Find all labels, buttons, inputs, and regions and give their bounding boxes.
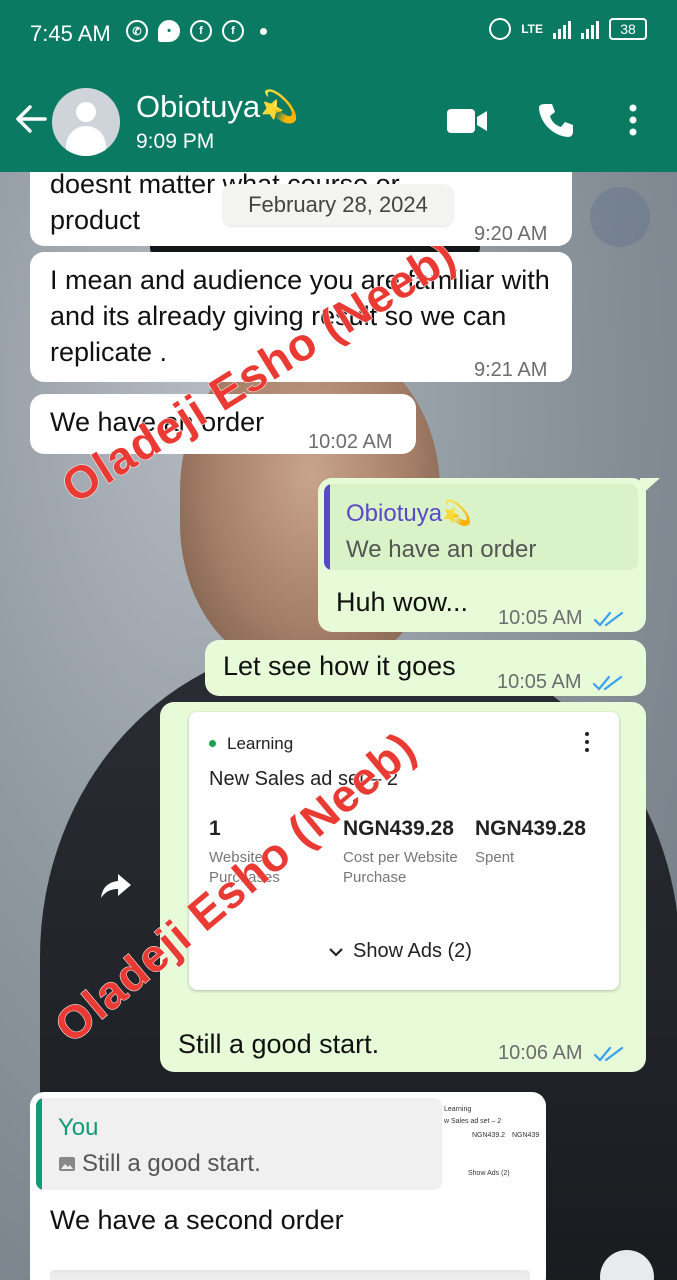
metric-value: NGN439.28 (343, 817, 454, 840)
facebook-icon: f (190, 20, 212, 42)
wallpaper-circle (590, 187, 650, 247)
header-overlay: Obiotuya💫 9:09 PM (0, 68, 677, 172)
message-bubble[interactable]: Let see how it goes 10:05 AM (205, 640, 646, 696)
quote-text: We have an order (346, 536, 537, 563)
message-text: We have a second order (50, 1205, 344, 1235)
thumb-status: Learning (444, 1106, 472, 1113)
learning-status-dot (209, 740, 216, 747)
facebook-icon-2: f (222, 20, 244, 42)
network-type: LTE (521, 22, 543, 36)
show-ads-toggle: Show Ads (2) (329, 940, 472, 963)
metric-label: Spent (475, 849, 515, 866)
quoted-message[interactable]: Obiotuya💫 We have an order (324, 484, 638, 570)
message-time-text: 10:05 AM (498, 607, 583, 629)
forward-icon[interactable] (100, 872, 132, 900)
ad-status: Learning (227, 734, 294, 753)
alarm-icon (489, 18, 512, 40)
signal-icon-2 (581, 19, 599, 39)
message-time-text: 10:06 AM (498, 1042, 583, 1064)
thumb-title: w Sales ad set – 2 (444, 1118, 502, 1125)
message-text: Still a good start. (178, 1029, 380, 1059)
bubble-tail (640, 478, 660, 496)
back-arrow-icon[interactable] (14, 102, 48, 136)
contact-last-seen: 9:09 PM (136, 130, 215, 153)
more-notifications-dot (260, 27, 267, 35)
video-call-icon[interactable] (446, 106, 488, 136)
status-bar: 7:45 AM ✆ • f f LTE 38 (0, 0, 677, 68)
contact-avatar[interactable] (52, 88, 120, 156)
message-time: 10:06 AM (498, 1042, 624, 1065)
contact-name[interactable]: Obiotuya💫 (136, 88, 299, 125)
ad-metric: NGN439.28 Spent (475, 814, 593, 868)
battery-icon: 38 (609, 18, 647, 40)
message-time: 10:05 AM (497, 664, 623, 700)
image-caption: Still a good start. (178, 1026, 478, 1062)
message-time: 10:02 AM (308, 431, 393, 453)
status-time: 7:45 AM (30, 21, 111, 46)
quote-accent-bar (324, 484, 330, 570)
whatsapp-icon: ✆ (126, 20, 148, 42)
quote-text-label: Still a good start. (82, 1150, 261, 1177)
quoted-message[interactable]: You Still a good start. (36, 1098, 442, 1190)
more-options-icon[interactable] (628, 104, 638, 136)
status-right: LTE 38 (489, 18, 647, 40)
voice-call-icon[interactable] (538, 102, 574, 138)
ad-more-icon (585, 732, 591, 756)
message-time-text: 10:05 AM (497, 671, 582, 693)
date-chip: February 28, 2024 (222, 184, 454, 226)
message-time: 9:20 AM (474, 223, 548, 245)
show-ads-label: Show Ads (2) (353, 940, 472, 962)
quote-author: Obiotuya💫 (346, 500, 472, 527)
message-bubble[interactable]: Obiotuya💫 We have an order Huh wow... 10… (318, 478, 646, 632)
ad-metric: NGN439.28 Cost per Website Purchase (343, 814, 467, 888)
chat-bubble-icon: • (158, 20, 180, 42)
next-line-fade (50, 1270, 530, 1280)
read-ticks-icon (593, 675, 623, 691)
read-ticks-icon (594, 1046, 624, 1062)
quoted-image-thumbnail: Learning w Sales ad set – 2 NGN439.2 NGN… (442, 1098, 542, 1190)
quote-author: You (58, 1114, 99, 1141)
thumb-value-2: NGN439 (512, 1132, 540, 1139)
quote-text: Still a good start. (58, 1146, 261, 1182)
quote-accent-bar (36, 1098, 42, 1190)
read-ticks-icon (594, 611, 624, 627)
thumb-show-ads: Show Ads (2) (468, 1170, 510, 1177)
photo-icon (59, 1157, 75, 1171)
message-text: Let see how it goes (223, 651, 456, 681)
metric-value: NGN439.28 (475, 817, 586, 840)
message-text: Huh wow... (336, 587, 469, 617)
metric-label: Cost per Website Purchase (343, 849, 458, 886)
message-time: 10:05 AM (498, 600, 624, 636)
notification-icons: ✆ • f f (126, 20, 267, 42)
signal-icon (553, 19, 571, 39)
chevron-down-icon (329, 947, 343, 957)
thumb-value: NGN439.2 (472, 1132, 506, 1139)
message-time: 9:21 AM (474, 359, 548, 381)
